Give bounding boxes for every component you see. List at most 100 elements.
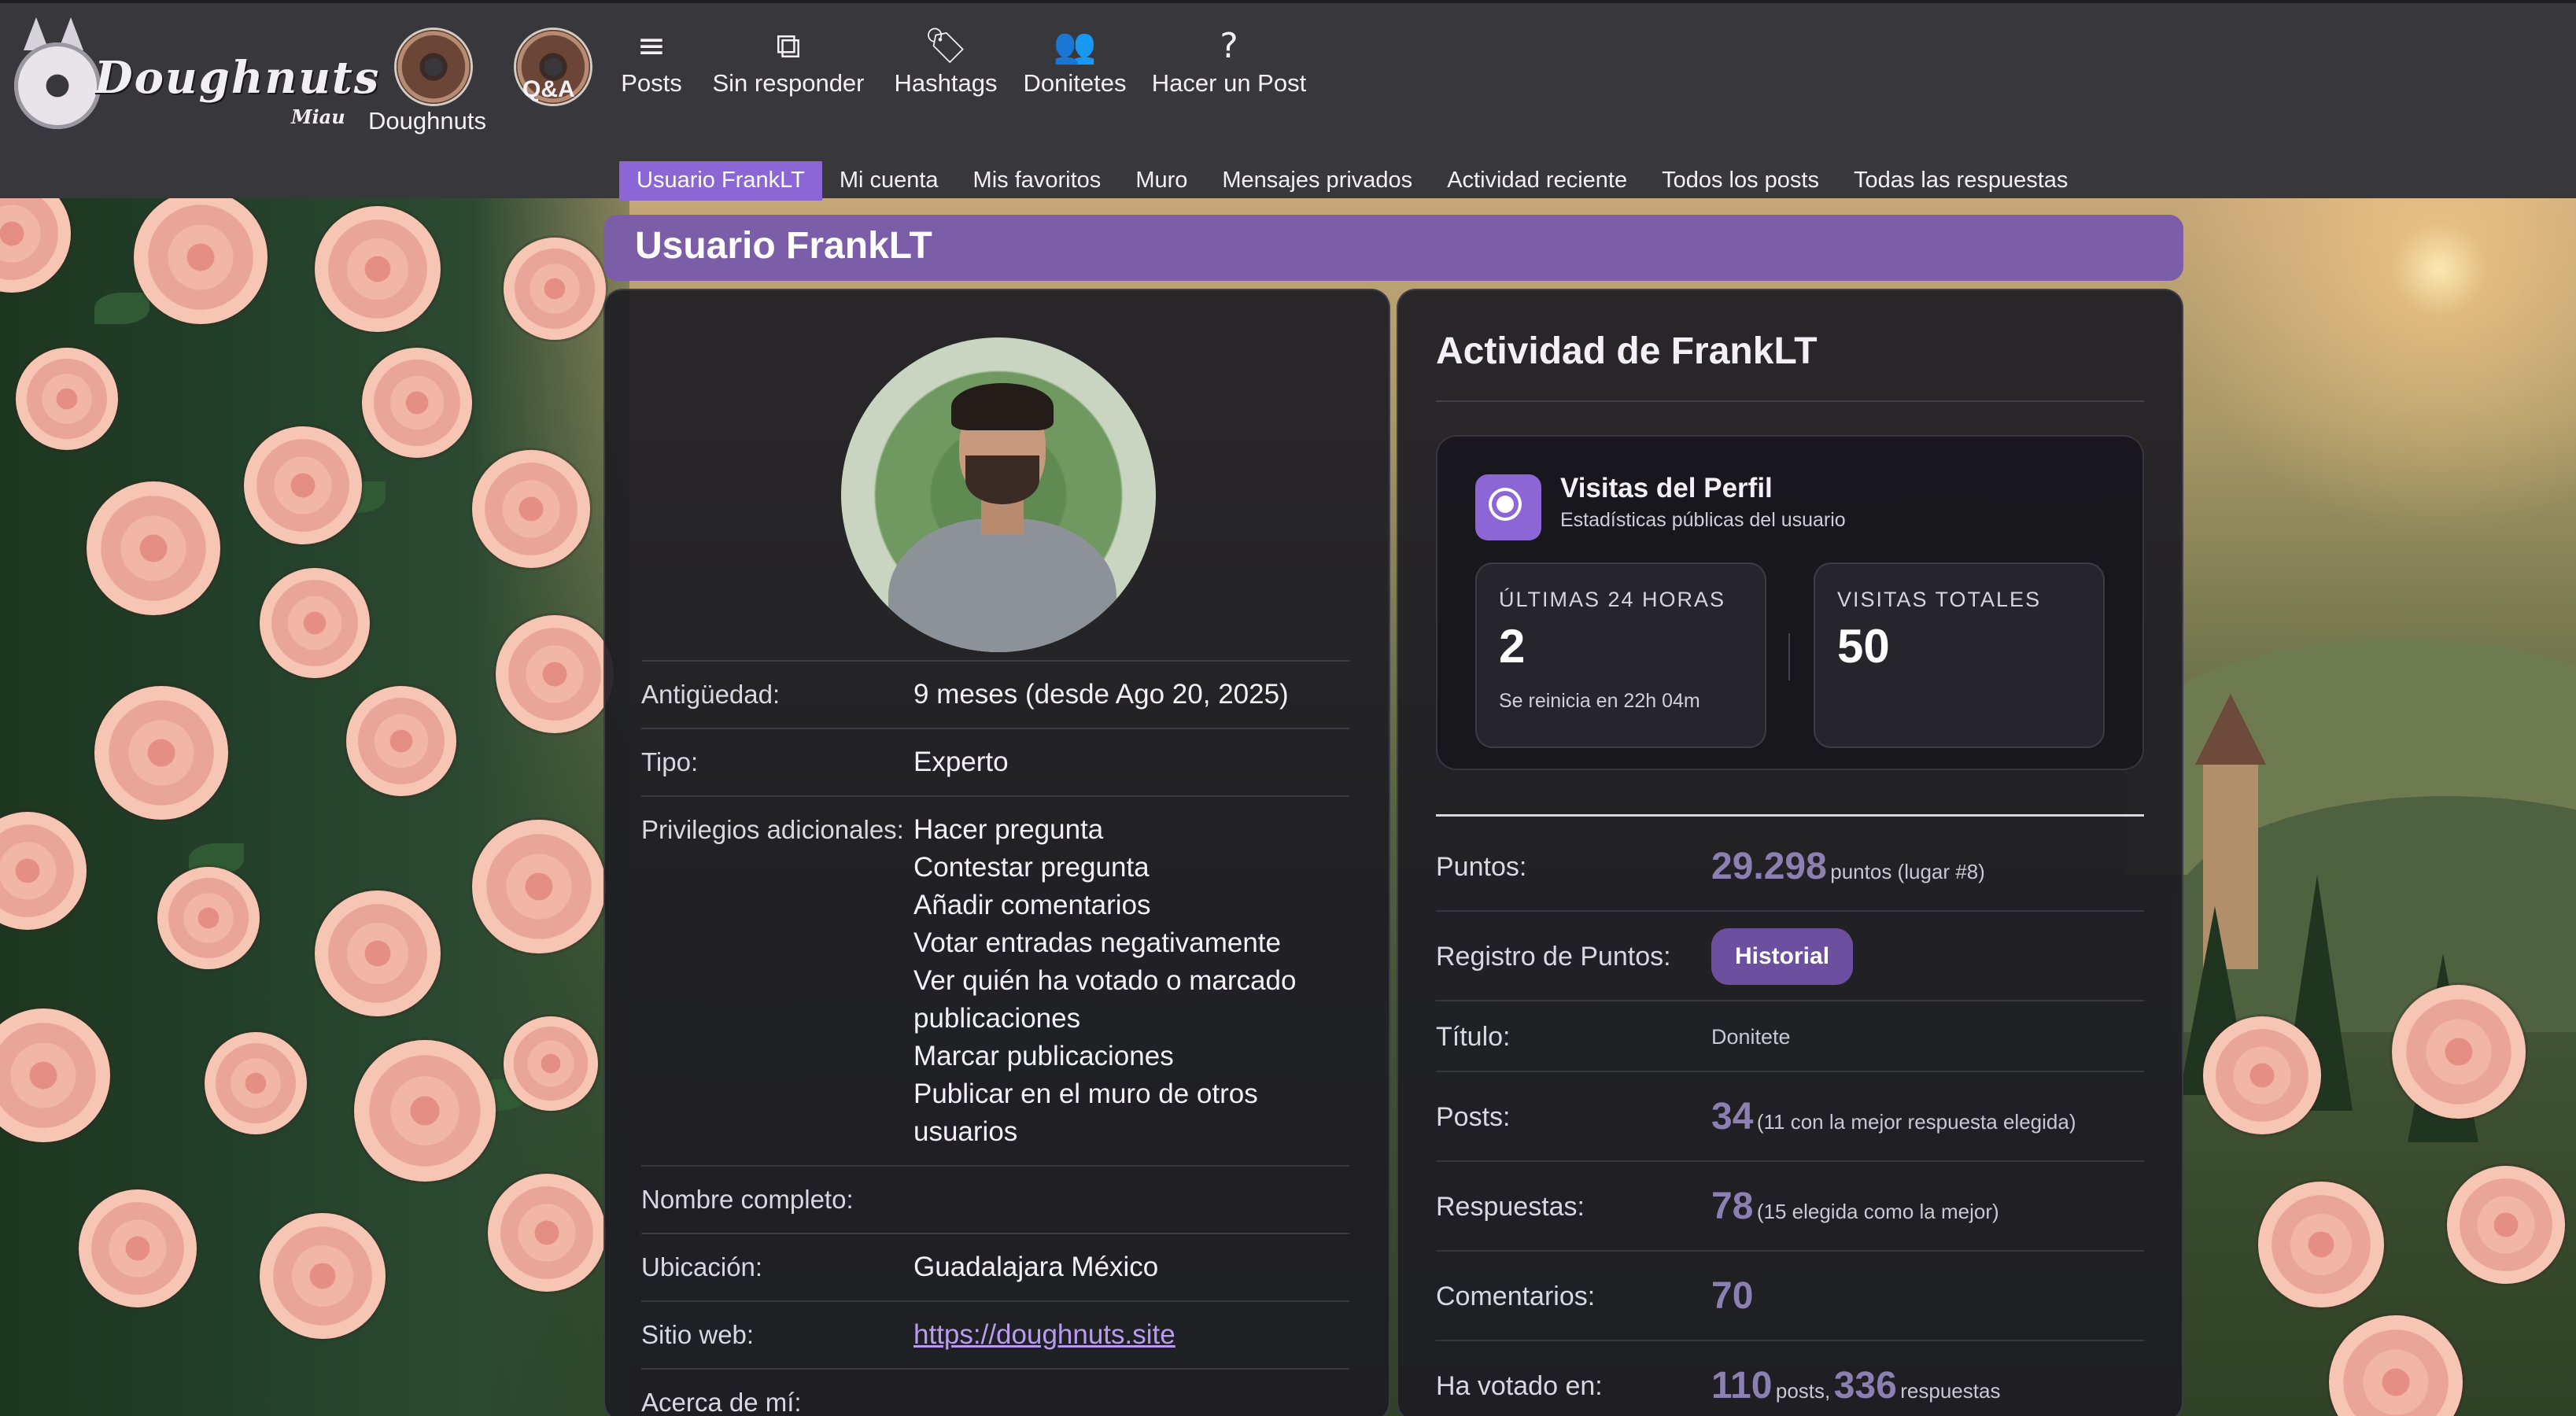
last-24h-box: ÚLTIMAS 24 HORAS 2 Se reinicia en 22h 04… [1475,562,1766,748]
rose [472,820,606,953]
visits-subtitle: Estadísticas públicas del usuario [1560,509,1846,531]
about-label: Acerca de mí: [641,1388,802,1416]
nav-new-post-label: Hacer un Post [1151,69,1307,97]
row-seniority: Antigüedad: 9 meses (desde Ago 20, 2025) [641,660,1349,728]
row-website: Sitio web: https://doughnuts.site [641,1300,1349,1368]
subnav-all-answers[interactable]: Todas las respuestas [1836,161,2085,201]
qa-link[interactable]: Q&A [522,76,575,103]
rose [244,426,362,544]
rose [504,238,606,340]
doughnuts-donut-icon[interactable] [397,30,471,104]
privilege-item: Publicar en el muro de otros usuarios [913,1079,1258,1147]
comments-label: Comentarios: [1436,1281,1596,1311]
location-value: Guadalajara México [913,1252,1159,1282]
posts-value: 34 [1711,1096,1754,1138]
voted-posts-note: posts, [1775,1379,1831,1403]
subnav-wall[interactable]: Muro [1118,161,1205,201]
nav-donitetes-label: Donitetes [1023,69,1127,97]
rose [346,686,456,796]
subnav-my-account[interactable]: Mi cuenta [822,161,956,201]
subnav-all-posts[interactable]: Todos los posts [1644,161,1836,201]
full-name-label: Nombre completo: [641,1185,854,1214]
nav-unanswered[interactable]: ⧉ Sin responder [710,24,867,98]
last-24h-value: 2 [1499,620,1526,673]
rose [157,867,260,969]
website-link[interactable]: https://doughnuts.site [913,1316,1349,1354]
divider [1436,814,2144,817]
nav-posts[interactable]: ≡ Posts [620,24,683,98]
voted-answers-value: 336 [1833,1365,1897,1407]
rose [315,891,441,1016]
rose [315,206,441,332]
row-privileges: Privilegios adicionales: Hacer pregunta … [641,795,1349,1165]
reset-note: Se reinicia en 22h 04m [1499,690,1700,712]
privilege-item: Ver quién ha votado o marcado publicacio… [913,965,1297,1034]
users-icon: 👥 [1053,26,1097,66]
row-points-log: Registro de Puntos: Historial [1436,912,2144,1001]
rose [79,1189,197,1307]
privileges-list: Hacer pregunta Contestar pregunta Añadir… [913,811,1349,1151]
site-logo[interactable]: Doughnuts Miau [8,11,378,129]
subnav-user[interactable]: Usuario FrankLT [619,161,822,201]
nav-hashtags-label: Hashtags [894,69,998,97]
posts-value-group: 34 (11 con la mejor respuesta elegida) [1711,1072,2076,1171]
privileges-label: Privilegios adicionales: [641,815,904,844]
seniority-value: 9 meses (desde Ago 20, 2025) [913,679,1289,710]
title-label: Título: [1436,1022,1511,1052]
posts-note: (11 con la mejor respuesta elegida) [1756,1110,2076,1134]
user-subnavigation: Usuario FrankLT Mi cuenta Mis favoritos … [619,161,2085,202]
last-24h-caption: ÚLTIMAS 24 HORAS [1499,588,1726,611]
activity-stats-table: Puntos: 29.298 puntos (lugar #8) Registr… [1436,822,2144,1416]
site-header: Doughnuts Miau Doughnuts Q&A ≡ Posts ⧉ S… [0,0,2576,201]
unanswered-icon: ⧉ [776,26,801,66]
comments-value-group: 70 [1711,1252,1753,1350]
points-log-label: Registro de Puntos: [1436,942,1671,972]
full-name-value [913,1181,1349,1219]
nav-hashtags[interactable]: 🏷 Hashtags [891,24,1001,98]
rose [2329,1315,2463,1416]
seniority-label: Antigüedad: [641,680,781,709]
rose [2258,1182,2384,1307]
nav-unanswered-label: Sin responder [712,69,865,97]
points-label: Puntos: [1436,852,1527,882]
privilege-item: Hacer pregunta [913,814,1104,845]
voted-posts-value: 110 [1711,1365,1773,1407]
row-voted: Ha votado en: 110 posts, 336 respuestas [1436,1341,2144,1416]
rose [260,1213,386,1339]
rose [205,1032,307,1134]
row-title: Título: Donitete [1436,1001,2144,1072]
comments-value: 70 [1711,1275,1754,1317]
activity-title: Actividad de FrankLT [1436,330,1818,372]
subnav-private-messages[interactable]: Mensajes privados [1205,161,1430,201]
privilege-item: Añadir comentarios [913,890,1151,920]
tag-icon: 🏷 [924,26,968,66]
avatar-beard [965,455,1039,504]
total-visits-caption: VISITAS TOTALES [1837,588,2042,611]
rose [260,568,370,678]
divider [1436,400,2144,402]
nav-donitetes[interactable]: 👥 Donitetes [1020,24,1130,98]
title-value: Donitete [1711,1025,1791,1049]
voted-value-group: 110 posts, 336 respuestas [1711,1341,2000,1416]
total-visits-box: VISITAS TOTALES 50 [1814,562,2105,748]
row-type: Tipo: Experto [641,728,1349,795]
nav-new-post[interactable]: ? Hacer un Post [1149,24,1309,98]
location-label: Ubicación: [641,1252,763,1281]
row-points: Puntos: 29.298 puntos (lugar #8) [1436,822,2144,912]
points-value-group: 29.298 puntos (lugar #8) [1711,822,1985,920]
nav-posts-label: Posts [621,69,682,97]
rose [2203,1016,2321,1134]
stat-separator [1788,633,1790,680]
voted-label: Ha votado en: [1436,1371,1603,1401]
posts-label: Posts: [1436,1102,1511,1132]
subnav-recent-activity[interactable]: Actividad reciente [1430,161,1644,201]
visits-title: Visitas del Perfil [1560,473,1773,503]
page-title: Usuario FrankLT [635,225,932,267]
profile-visits-card: Visitas del Perfil Estadísticas públicas… [1436,435,2144,770]
subnav-favorites[interactable]: Mis favoritos [956,161,1119,201]
doughnuts-link[interactable]: Doughnuts [368,107,486,135]
rose [488,1174,606,1292]
history-button[interactable]: Historial [1711,927,1854,985]
avatar-shirt [888,518,1116,652]
row-comments: Comentarios: 70 [1436,1252,2144,1341]
